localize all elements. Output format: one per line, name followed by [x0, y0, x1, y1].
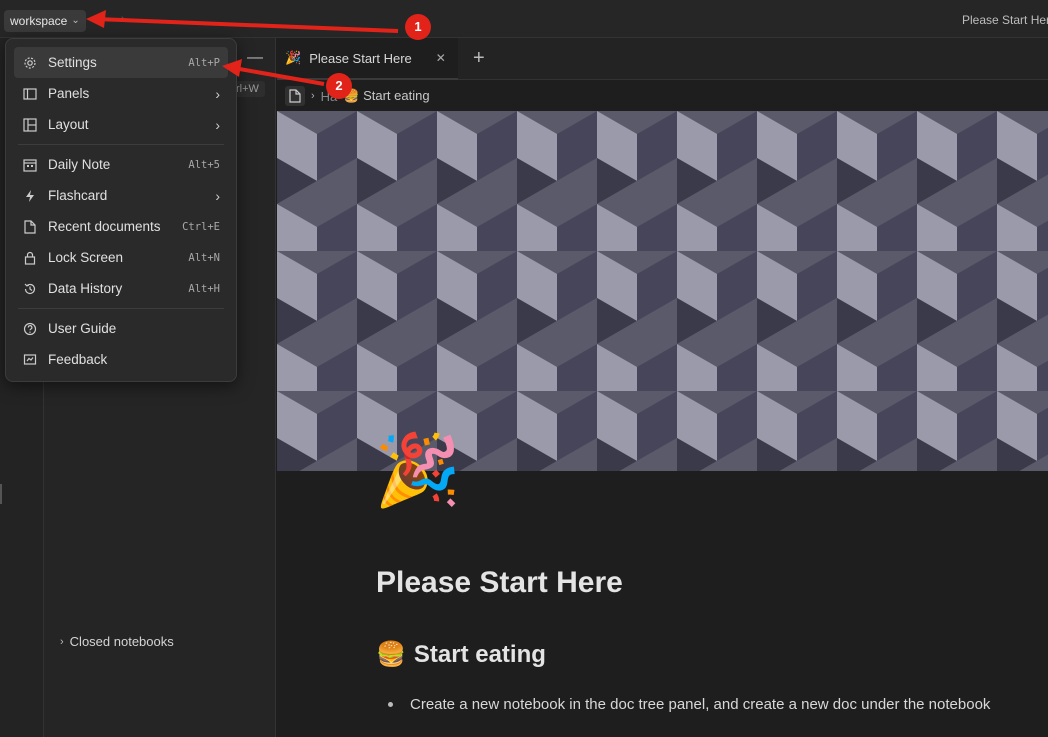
chevron-right-icon: › [311, 90, 315, 102]
annotation-badge-1: 1 [405, 14, 431, 40]
menu-item-label: Panels [48, 86, 90, 101]
chevron-right-icon: › [215, 187, 220, 204]
chevron-right-icon: › [215, 116, 220, 133]
tab-label: Please Start Here [309, 50, 412, 66]
workspace-button[interactable]: workspace ⌄ [4, 10, 86, 32]
cube-pattern-image [277, 111, 1048, 471]
collapse-panel-button[interactable]: — [244, 48, 266, 70]
panels-icon [22, 86, 38, 102]
top-bar: workspace ⌄ ‹ › Please Start Here [0, 0, 1048, 38]
menu-item-layout[interactable]: Layout › [14, 109, 228, 140]
menu-item-settings[interactable]: Settings Alt+P [14, 47, 228, 78]
menu-item-data-history[interactable]: Data History Alt+H [14, 273, 228, 304]
document-title[interactable]: Please Start Here [376, 566, 623, 600]
dock-indicator [0, 484, 2, 504]
list-item: Create a new notebook in the doc tree pa… [388, 694, 1048, 716]
menu-item-shortcut: Alt+P [188, 56, 220, 69]
menu-item-label: Lock Screen [48, 250, 124, 265]
document-icon [22, 219, 38, 235]
document-list: Create a new notebook in the doc tree pa… [388, 694, 1048, 724]
close-icon[interactable]: ✕ [436, 51, 446, 65]
document-icon-emoji[interactable]: 🎉 [374, 430, 461, 510]
window-title: Please Start Here [962, 13, 1048, 27]
menu-item-label: Layout [48, 117, 89, 132]
chevron-down-icon: ⌄ [71, 15, 80, 26]
menu-item-shortcut: Alt+N [188, 251, 220, 264]
breadcrumb-current[interactable]: 🍔 Start eating [343, 88, 429, 104]
menu-item-label: Data History [48, 281, 123, 296]
history-icon [22, 281, 38, 297]
menu-item-flashcard[interactable]: Flashcard › [14, 180, 228, 211]
menu-item-shortcut: Alt+H [188, 282, 220, 295]
menu-item-shortcut: Ctrl+E [182, 220, 220, 233]
calendar-icon [22, 157, 38, 173]
feedback-icon [22, 352, 38, 368]
heading-text: Start eating [413, 640, 546, 668]
menu-item-label: User Guide [48, 321, 117, 336]
heading-start-eating: 🍔 Start eating [376, 640, 546, 669]
chevron-right-icon: › [60, 635, 64, 648]
menu-item-recent-documents[interactable]: Recent documents Ctrl+E [14, 211, 228, 242]
add-tab-button[interactable]: + [473, 47, 485, 69]
closed-notebooks[interactable]: › Closed notebooks [60, 634, 174, 649]
menu-item-user-guide[interactable]: User Guide [14, 313, 228, 344]
gear-icon [22, 55, 38, 71]
menu-item-lock-screen[interactable]: Lock Screen Alt+N [14, 242, 228, 273]
document-banner [277, 111, 1048, 471]
menu-item-label: Daily Note [48, 157, 111, 172]
forward-arrow-icon[interactable]: › [121, 10, 126, 26]
menu-item-panels[interactable]: Panels › [14, 78, 228, 109]
menu-item-label: Flashcard [48, 188, 108, 203]
tab-please-start-here[interactable]: 🎉 Please Start Here ✕ [277, 38, 458, 80]
layout-icon [22, 117, 38, 133]
back-arrow-icon[interactable]: ‹ [98, 10, 103, 26]
chevron-right-icon: › [215, 85, 220, 102]
menu-item-label: Feedback [48, 352, 108, 367]
help-icon [22, 321, 38, 337]
workspace-label: workspace [10, 14, 68, 28]
menu-divider [18, 144, 224, 145]
menu-divider [18, 308, 224, 309]
menu-item-daily-note[interactable]: Daily Note Alt+5 [14, 149, 228, 180]
tab-bar: 🎉 Please Start Here ✕ + [277, 38, 1048, 80]
nav-arrows: ‹ › [98, 10, 125, 26]
document-icon[interactable] [285, 86, 305, 106]
annotation-badge-2: 2 [326, 73, 352, 99]
menu-item-shortcut: Alt+5 [188, 158, 220, 171]
menu-item-label: Settings [48, 55, 97, 70]
menu-item-label: Recent documents [48, 219, 161, 234]
breadcrumb: › Ha 🍔 Start eating [277, 81, 1048, 111]
menu-item-feedback[interactable]: Feedback [14, 344, 228, 375]
workspace-menu: Settings Alt+P Panels › Layout › Daily N… [5, 38, 237, 382]
closed-notebooks-label: Closed notebooks [69, 634, 174, 649]
lock-icon [22, 250, 38, 266]
tab-emoji: 🎉 [285, 50, 302, 65]
lightning-icon [22, 188, 38, 204]
heading-emoji: 🍔 [376, 641, 406, 668]
